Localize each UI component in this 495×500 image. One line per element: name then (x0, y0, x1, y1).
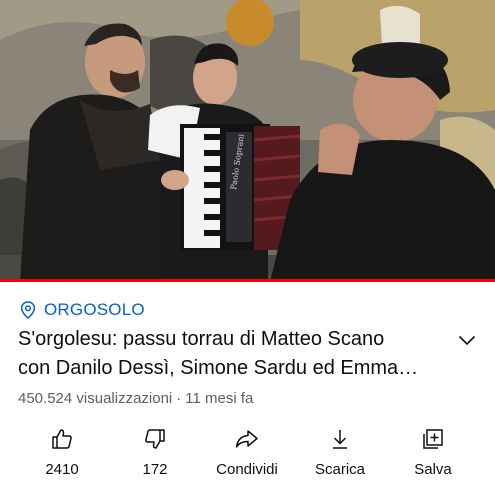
video-title[interactable]: S'orgolesu: passu torrau di Matteo Scano… (18, 325, 438, 383)
download-label: Scarica (314, 461, 366, 478)
save-to-playlist-icon (421, 424, 445, 454)
share-button[interactable]: Condividi (202, 424, 292, 484)
video-frame: Paolo Soprani (0, 0, 495, 282)
like-count: 2410 (45, 461, 79, 478)
video-title-line-2: con Danilo Dessì, Simone Sardu ed Emma… (18, 357, 419, 379)
location-pin-icon (20, 301, 36, 319)
video-progress-bar[interactable] (0, 279, 495, 282)
upload-age: 11 mesi fa (185, 390, 254, 407)
chevron-down-icon (458, 335, 476, 345)
share-label: Condividi (216, 461, 278, 478)
view-count: 450.524 visualizzazioni (18, 390, 173, 407)
video-player[interactable]: Paolo Soprani (0, 0, 495, 282)
share-icon (234, 424, 260, 454)
meta-separator: · (176, 390, 182, 407)
save-label: Salva (414, 461, 452, 478)
download-icon (329, 424, 351, 454)
expand-description-button[interactable] (455, 330, 479, 350)
dislike-button[interactable]: 172 (110, 424, 200, 484)
download-button[interactable]: Scarica (295, 424, 385, 484)
location-label: ORGOSOLO (44, 300, 145, 319)
action-bar: 2410 172 Condividi Scarica Salva (0, 424, 495, 484)
save-button[interactable]: Salva (388, 424, 478, 484)
dislike-count: 172 (142, 461, 168, 478)
like-button[interactable]: 2410 (17, 424, 107, 484)
video-meta: 450.524 visualizzazioni · 11 mesi fa (18, 390, 253, 407)
thumbs-up-icon (50, 424, 74, 454)
location-tag[interactable]: ORGOSOLO (20, 300, 145, 320)
video-progress-fill (0, 279, 495, 282)
thumbs-down-icon (143, 424, 167, 454)
video-title-line-1: S'orgolesu: passu torrau di Matteo Scano (18, 328, 385, 350)
